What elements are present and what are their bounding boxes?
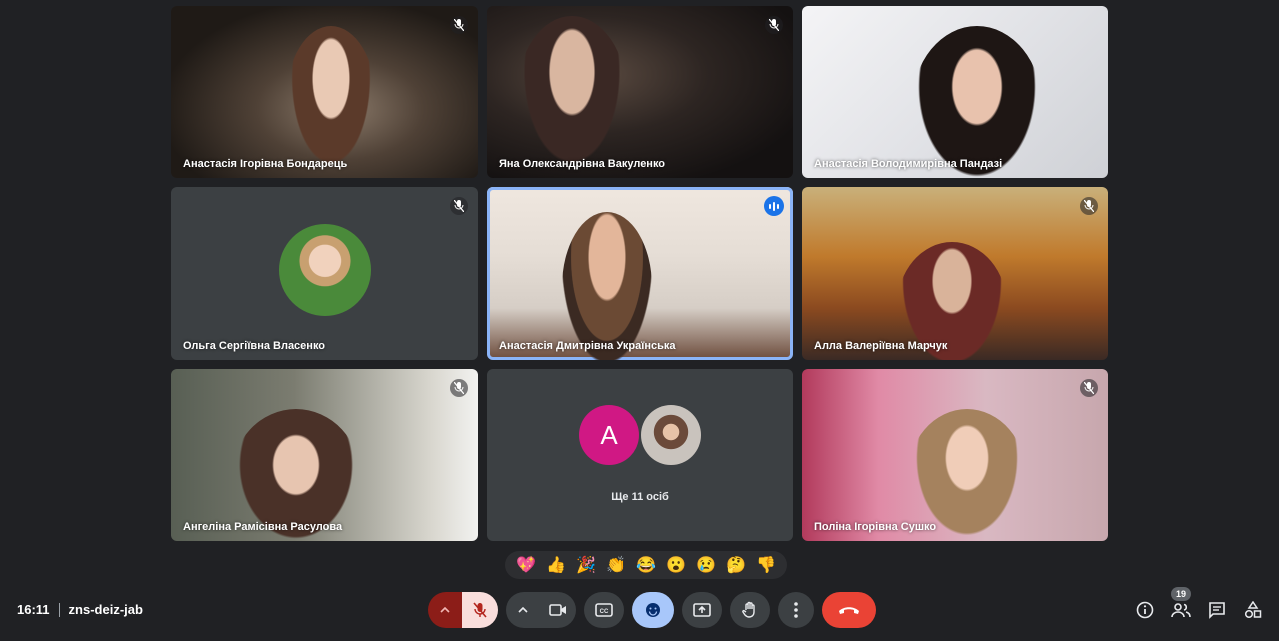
svg-text:CC: CC xyxy=(600,609,609,615)
closed-caption-icon: CC xyxy=(595,603,613,617)
meeting-code[interactable]: zns-deiz-jab xyxy=(69,602,143,617)
participant-tile[interactable]: Яна Олександрівна Вакуленко xyxy=(487,6,793,178)
audio-options-button[interactable] xyxy=(428,592,462,628)
participant-tile[interactable]: Анастасія Володимирівна Пандазі xyxy=(802,6,1108,178)
participant-tile[interactable]: Алла Валеріївна Марчук xyxy=(802,187,1108,360)
mic-off-icon xyxy=(765,16,783,34)
reaction-thumbs-down[interactable]: 👎 xyxy=(751,551,781,579)
mic-off-icon xyxy=(1080,379,1098,397)
captions-button[interactable]: CC xyxy=(584,592,624,628)
speaking-indicator-icon xyxy=(764,196,784,216)
participant-name: Анастасія Володимирівна Пандазі xyxy=(814,158,1003,170)
participant-name: Анастасія Ігорівна Бондарець xyxy=(183,158,348,170)
participant-tile[interactable]: Анастасія Ігорівна Бондарець xyxy=(171,6,478,178)
more-participants-tile[interactable]: A Ще 11 осіб xyxy=(487,369,793,541)
participant-tile[interactable]: Ангеліна Рамісівна Расулова xyxy=(171,369,478,541)
meeting-time: 16:11 xyxy=(17,602,50,617)
reactions-bar: 💖 👍 🎉 👏 😂 😮 😢 🤔 👎 xyxy=(505,551,787,579)
raise-hand-button[interactable] xyxy=(730,592,770,628)
mic-control xyxy=(428,592,498,628)
mic-toggle-button[interactable] xyxy=(462,592,498,628)
activities-button[interactable] xyxy=(1243,600,1263,620)
more-vert-icon xyxy=(794,602,798,618)
chat-icon xyxy=(1209,602,1225,619)
participant-video xyxy=(517,16,627,176)
call-controls: CC xyxy=(428,592,876,628)
people-count-badge: 19 xyxy=(1171,587,1191,601)
reaction-thumbs-up[interactable]: 👍 xyxy=(541,551,571,579)
participant-name: Анастасія Дмитрівна Українська xyxy=(499,340,676,352)
participant-name: Ольга Сергіївна Власенко xyxy=(183,340,326,352)
reaction-joy[interactable]: 😂 xyxy=(631,551,661,579)
participant-tile[interactable]: Ольга Сергіївна Власенко xyxy=(171,187,478,360)
more-participants-avatars: A xyxy=(487,405,793,465)
reaction-heart[interactable]: 💖 xyxy=(511,551,541,579)
reactions-button[interactable] xyxy=(632,592,674,628)
hand-icon xyxy=(742,601,755,618)
side-actions: 19 xyxy=(1135,587,1263,620)
participant-tile-active[interactable]: Анастасія Дмитрівна Українська xyxy=(487,187,793,360)
leave-call-button[interactable] xyxy=(822,592,876,628)
participant-video xyxy=(912,26,1042,178)
call-end-icon xyxy=(839,607,859,614)
more-options-button[interactable] xyxy=(778,592,814,628)
chevron-up-icon xyxy=(440,607,450,613)
participant-name: Алла Валеріївна Марчук xyxy=(814,340,948,352)
people-button[interactable]: 19 xyxy=(1171,587,1191,620)
camera-toggle-button[interactable] xyxy=(540,592,576,628)
present-to-all-icon xyxy=(693,603,711,617)
people-icon xyxy=(1171,603,1191,618)
meeting-details-button[interactable] xyxy=(1135,600,1155,620)
reaction-thinking[interactable]: 🤔 xyxy=(721,551,751,579)
videocam-icon xyxy=(549,604,566,616)
participant-video xyxy=(286,26,376,176)
participant-name: Поліна Ігорівна Сушко xyxy=(814,521,937,533)
participant-avatar: A xyxy=(579,405,639,465)
camera-control xyxy=(506,592,576,628)
meeting-info: 16:11 zns-deiz-jab xyxy=(17,602,143,617)
video-options-button[interactable] xyxy=(506,592,540,628)
participant-name: Яна Олександрівна Вакуленко xyxy=(499,158,666,170)
mic-off-icon xyxy=(450,197,468,215)
reaction-clap[interactable]: 👏 xyxy=(601,551,631,579)
participant-avatar xyxy=(641,405,701,465)
chevron-up-icon xyxy=(518,607,528,613)
mic-off-icon xyxy=(1080,197,1098,215)
emoji-icon xyxy=(646,603,660,617)
mic-off-icon xyxy=(473,602,487,618)
more-participants-label: Ще 11 осіб xyxy=(611,491,669,503)
participant-grid: Анастасія Ігорівна Бондарець Яна Олексан… xyxy=(171,6,1108,541)
participant-tile[interactable]: Поліна Ігорівна Сушко xyxy=(802,369,1108,541)
participant-name: Ангеліна Рамісівна Расулова xyxy=(183,521,343,533)
mic-off-icon xyxy=(450,379,468,397)
reaction-party[interactable]: 🎉 xyxy=(571,551,601,579)
present-screen-button[interactable] xyxy=(682,592,722,628)
shapes-icon xyxy=(1244,601,1262,619)
reaction-sad[interactable]: 😢 xyxy=(691,551,721,579)
participant-avatar xyxy=(278,223,371,316)
participant-video xyxy=(562,212,652,360)
reaction-surprised[interactable]: 😮 xyxy=(661,551,691,579)
chat-button[interactable] xyxy=(1207,600,1227,620)
info-icon xyxy=(1136,601,1154,619)
divider xyxy=(58,602,60,617)
mic-off-icon xyxy=(450,16,468,34)
